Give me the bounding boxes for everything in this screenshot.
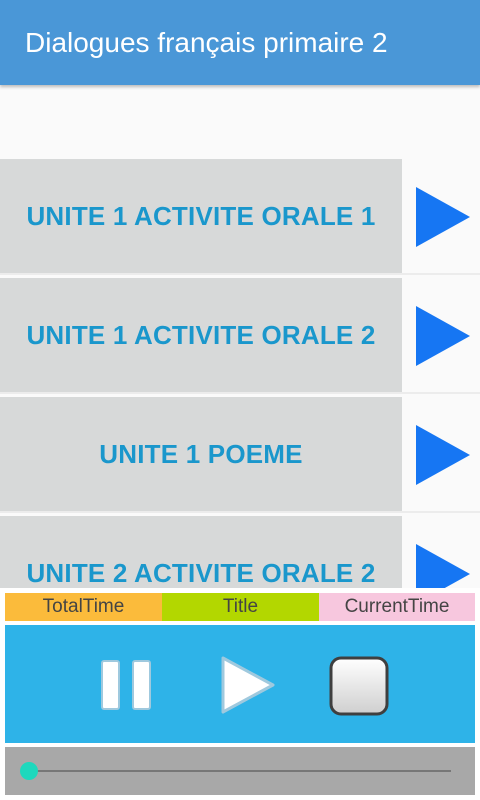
seek-bar[interactable] bbox=[5, 747, 475, 795]
app-bar: Dialogues français primaire 2 bbox=[0, 0, 480, 85]
track-button[interactable]: UNITE 1 ACTIVITE ORALE 2 bbox=[0, 278, 402, 392]
seek-track[interactable] bbox=[27, 770, 451, 772]
play-icon[interactable] bbox=[416, 425, 470, 485]
track-title-label: Title bbox=[162, 593, 319, 621]
play-icon[interactable] bbox=[416, 544, 470, 588]
track-button[interactable]: UNITE 1 ACTIVITE ORALE 1 bbox=[0, 159, 402, 273]
track-row: UNITE 1 ACTIVITE ORALE 1 bbox=[0, 159, 480, 275]
track-label: UNITE 1 ACTIVITE ORALE 1 bbox=[26, 200, 376, 231]
player-info-bar: TotalTime Title CurrentTime bbox=[5, 593, 475, 621]
track-row: UNITE 1 POEME bbox=[0, 397, 480, 513]
track-button[interactable]: UNITE 2 ACTIVITE ORALE 2 bbox=[0, 516, 402, 588]
play-icon[interactable] bbox=[220, 655, 276, 715]
track-label: UNITE 1 ACTIVITE ORALE 2 bbox=[26, 319, 376, 350]
total-time-label: TotalTime bbox=[5, 593, 162, 621]
track-row: UNITE 2 ACTIVITE ORALE 2 bbox=[0, 516, 480, 588]
track-label: UNITE 1 POEME bbox=[99, 438, 303, 469]
track-list[interactable]: UNITE 1 ACTIVITE ORALE 1 UNITE 1 ACTIVIT… bbox=[0, 85, 480, 588]
track-row: UNITE 1 ACTIVITE ORALE 2 bbox=[0, 278, 480, 394]
current-time-label: CurrentTime bbox=[319, 593, 475, 621]
pause-icon[interactable] bbox=[100, 659, 152, 711]
play-icon[interactable] bbox=[416, 187, 470, 247]
player-controls bbox=[5, 625, 475, 743]
play-icon[interactable] bbox=[416, 306, 470, 366]
track-button[interactable]: UNITE 1 POEME bbox=[0, 397, 402, 511]
seek-thumb[interactable] bbox=[20, 762, 38, 780]
track-label: UNITE 2 ACTIVITE ORALE 2 bbox=[26, 557, 376, 588]
app-title: Dialogues français primaire 2 bbox=[25, 27, 388, 58]
stop-icon[interactable] bbox=[328, 655, 390, 717]
audio-player: TotalTime Title CurrentTime bbox=[0, 588, 480, 800]
